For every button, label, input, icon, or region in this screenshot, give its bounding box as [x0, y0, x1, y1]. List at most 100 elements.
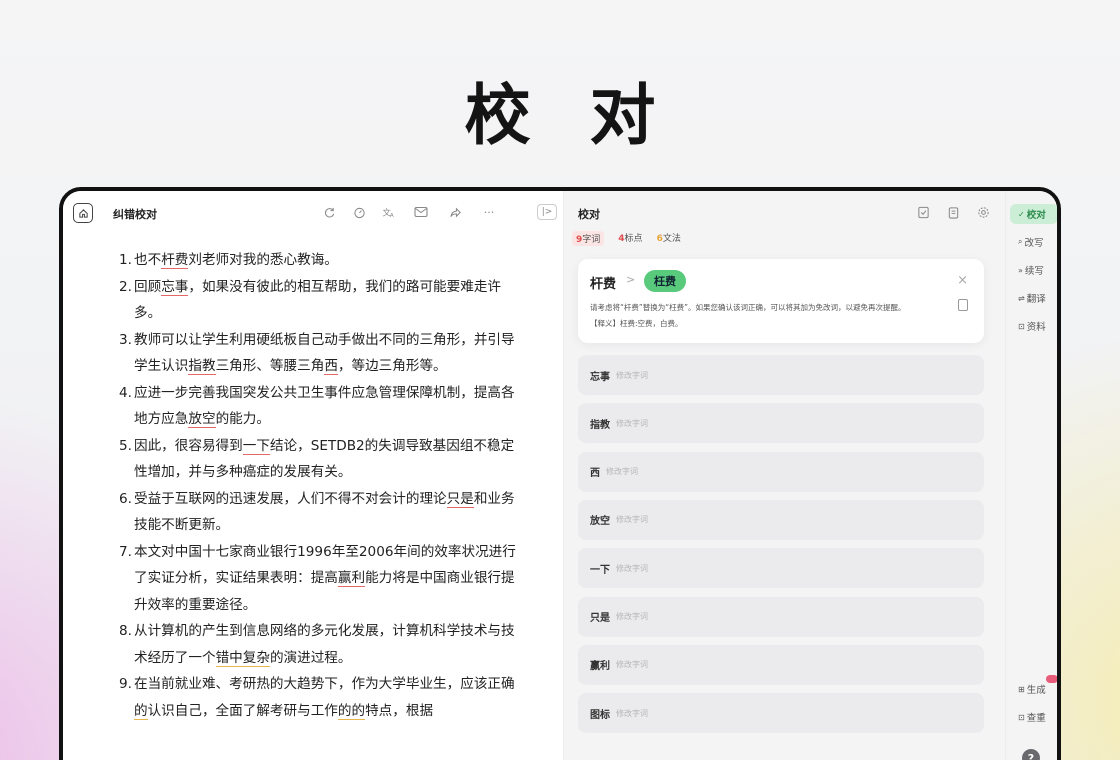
flagged-word[interactable]: 一下 [242, 437, 270, 455]
item-text: 教师可以让学生利用硬纸板自己动手做出不同的三角形，并引导学生认识指教三角形、等腰… [134, 327, 519, 380]
flagged-word[interactable]: 赢利 [337, 570, 366, 587]
text-segment: ，如果没有彼此的相互帮助，我们的路可能要难走许多。 [134, 278, 502, 322]
item-text: 从计算机的产生到信息网络的多元化发展，计算机科学技术与技术经历了一个错中复杂的演… [134, 618, 519, 671]
refresh-icon[interactable] [321, 204, 337, 220]
sidebar-item-翻译[interactable]: ⇌ 翻译 [1010, 288, 1057, 308]
flagged-word[interactable]: 的的 [337, 702, 366, 720]
suggestion-card[interactable]: 赢利 修改字词 [578, 644, 984, 685]
document-item: 4. 应进一步完善我国突发公共卫生事件应急管理保障机制，提高各地方应急放空的能力。 [119, 380, 519, 433]
dictionary-icon[interactable] [958, 299, 968, 311]
active-suggestion-card[interactable]: 杆费 > 枉费 × 请考虑将“杆费”替换为“枉费”。如果您确认该词正确，可以将其… [578, 259, 984, 343]
flagged-word[interactable]: 的 [134, 702, 148, 720]
item-text: 本文对中国十七家商业银行1996年至2006年间的效率状况进行了实证分析，实证结… [134, 539, 519, 619]
card-word: 放空 [590, 516, 610, 528]
sidebar-icon: ⌕ [1018, 237, 1023, 246]
new-badge [1046, 675, 1057, 683]
item-number: 7. [119, 543, 132, 560]
flagged-word[interactable]: 指教 [188, 358, 216, 375]
original-word: 杆费 [590, 277, 617, 292]
sidebar-item-生成[interactable]: ⊞ 生成 [1010, 675, 1057, 699]
tab-label: 文法 [662, 234, 681, 244]
close-icon[interactable]: × [957, 273, 968, 288]
document-item: 3. 教师可以让学生利用硬纸板自己动手做出不同的三角形，并引导学生认识指教三角形、… [119, 327, 519, 380]
item-number: 8. [119, 623, 132, 639]
item-number: 1. [119, 252, 132, 268]
flagged-word[interactable]: 错中复杂 [215, 649, 270, 667]
hero-title: 校 对 [464, 77, 674, 154]
item-text: 回顾忘事，如果没有彼此的相互帮助，我们的路可能要难走许多。 [134, 274, 519, 327]
note-check-icon[interactable] [916, 205, 930, 219]
translate-icon[interactable]: 文A [381, 204, 397, 220]
mail-icon[interactable] [413, 204, 429, 220]
flagged-word[interactable]: 西 [324, 358, 338, 375]
sidebar-label: 改写 [1024, 238, 1044, 249]
app-window: 纠错校对 文A ··· |> 1. 也不杆费刘老师对我的悉心教诲。 2. 回顾忘事，如… [59, 187, 1061, 760]
suggestion-card[interactable]: 指教 修改字词 [578, 403, 984, 444]
text-segment: 在当前就业难、考研热的大趋势下，作为大学毕业生，应该正确 [134, 676, 515, 692]
collapse-panel-button[interactable]: |> [537, 204, 557, 220]
sidebar-icon: ⊡ [1018, 321, 1025, 331]
help-button[interactable]: ? [1022, 749, 1040, 760]
tab-字词[interactable]: 9字词 [572, 231, 605, 246]
card-word: 只是 [590, 613, 610, 624]
suggestion-chip[interactable]: 枉费 [644, 270, 686, 292]
sidebar-label: 资料 [1026, 322, 1046, 333]
card-word: 赢利 [590, 661, 610, 673]
flagged-word[interactable]: 忘事 [161, 278, 189, 296]
suggestion-card[interactable]: 忘事 修改字词 [578, 355, 984, 395]
sidebar-label: 续写 [1024, 266, 1044, 277]
home-button[interactable] [73, 203, 93, 223]
suggestion-card[interactable]: 图标 修改字词 [578, 693, 984, 734]
tool-sidebar: ✓ 校对 ⌕ 改写» 续写 ⇌ 翻译 ⊡ 资料 ⊞ 生成 ⊡ 查重 ? [1005, 191, 1057, 760]
item-number: 5. [119, 437, 132, 454]
text-segment: ，等边三角形等。 [337, 358, 447, 374]
card-hint: 修改字词 [616, 515, 648, 525]
share-icon[interactable] [447, 204, 463, 220]
sidebar-item-改写[interactable]: ⌕ 改写 [1010, 232, 1057, 252]
card-hint: 修改字词 [616, 612, 648, 621]
suggestion-card[interactable]: 放空 修改字词 [578, 499, 984, 540]
document-item: 8. 从计算机的产生到信息网络的多元化发展，计算机科学技术与技术经历了一个错中复杂… [119, 618, 519, 671]
flagged-word[interactable]: 放空 [188, 411, 216, 428]
settings-icon[interactable] [976, 205, 990, 219]
suggestion-card[interactable]: 西修改字词 [578, 451, 984, 492]
sidebar-item-查重[interactable]: ⊡ 查重 [1010, 707, 1057, 727]
sidebar-icon: ⊡ [1018, 712, 1025, 722]
card-hint: 修改字词 [606, 467, 638, 477]
card-hint: 修改字词 [616, 660, 648, 670]
suggestion-card[interactable]: 只是 修改字词 [578, 596, 984, 637]
document-body[interactable]: 1. 也不杆费刘老师对我的悉心教诲。 2. 回顾忘事，如果没有彼此的相互帮助，我们的路… [119, 247, 519, 724]
card-word: 图标 [590, 709, 610, 721]
card-word: 指教 [590, 419, 610, 431]
sidebar-item-续写[interactable]: » 续写 [1010, 260, 1057, 280]
text-segment: 特点，根据 [365, 702, 434, 719]
clipboard-icon[interactable] [946, 205, 960, 219]
sidebar-label: 翻译 [1026, 294, 1046, 305]
sidebar-icon: ✓ [1018, 209, 1025, 219]
flagged-word[interactable]: 杆费 [161, 252, 189, 269]
sidebar-icon: ⇌ [1018, 293, 1025, 303]
document-item: 6. 受益于互联网的迅速发展，人们不得不对会计的理论只是和业务技能不断更新。 [119, 486, 519, 539]
item-number: 3. [119, 331, 132, 348]
card-hint: 修改字词 [616, 370, 648, 380]
text-segment: 回顾 [134, 278, 162, 295]
item-number: 6. [119, 490, 132, 507]
editor-pane: 纠错校对 文A ··· |> 1. 也不杆费刘老师对我的悉心教诲。 2. 回顾忘事，如… [63, 191, 563, 760]
sidebar-item-校对[interactable]: ✓ 校对 [1010, 204, 1057, 224]
card-word: 忘事 [590, 371, 610, 383]
suggestion-card[interactable]: 一下 修改字词 [578, 548, 984, 589]
text-segment: 刘老师对我的悉心教诲。 [188, 252, 338, 268]
tab-标点[interactable]: 4标点 [618, 231, 642, 246]
sidebar-item-资料[interactable]: ⊡ 资料 [1010, 316, 1057, 336]
text-segment: 受益于互联网的迅速发展，人们不得不对会计的理论 [134, 490, 447, 507]
more-icon[interactable]: ··· [481, 204, 497, 220]
card-word: 一下 [590, 564, 610, 576]
tab-文法[interactable]: 6文法 [657, 231, 681, 246]
home-icon [78, 208, 88, 218]
flagged-word[interactable]: 只是 [446, 490, 474, 508]
tab-label: 字词 [582, 235, 601, 245]
sidebar-label: 生成 [1026, 685, 1046, 696]
editor-title: 纠错校对 [113, 208, 157, 221]
svg-text:A: A [390, 213, 394, 219]
timer-icon[interactable] [351, 204, 367, 220]
